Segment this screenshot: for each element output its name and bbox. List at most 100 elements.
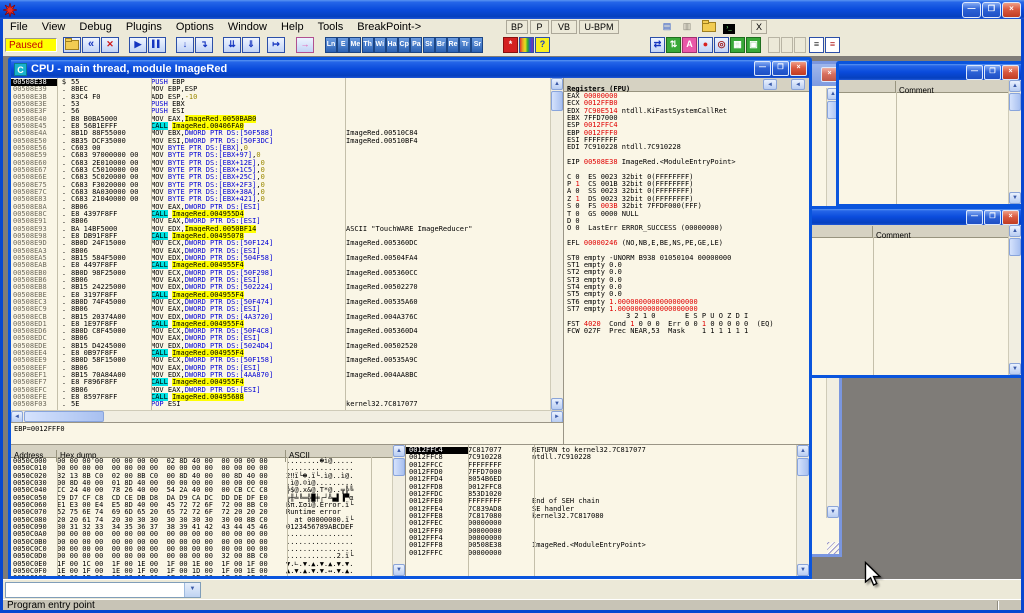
resize-grip[interactable] xyxy=(827,542,839,554)
combobox-dropdown-icon[interactable]: ▼ xyxy=(184,583,200,597)
comment-window-1-titlebar[interactable]: — ❐ × xyxy=(839,64,1021,80)
menu-debug[interactable]: Debug xyxy=(72,19,118,33)
execute-till-return-button[interactable]: ↦ xyxy=(267,37,285,53)
cpu-titlebar[interactable]: C CPU - main thread, module ImageRed — ❐… xyxy=(11,60,809,78)
menu-plugins[interactable]: Plugins xyxy=(119,19,169,33)
disasm-row[interactable]: 00508EB0.8B0D 98F25000MOV ECX,DWORD PTR … xyxy=(11,270,551,277)
swap-arrows-icon[interactable]: ⇄ xyxy=(650,37,665,53)
restart-button[interactable]: « xyxy=(82,37,100,53)
scroll-down-icon[interactable]: ▼ xyxy=(551,398,563,410)
empty-button-1[interactable] xyxy=(768,37,780,53)
toolbar-st-button[interactable]: St xyxy=(423,37,435,53)
scroll-down-icon[interactable]: ▼ xyxy=(393,564,405,576)
toolbar-re-button[interactable]: Re xyxy=(447,37,459,53)
toolbar-ln-button[interactable]: Ln xyxy=(325,37,337,53)
menu-view[interactable]: View xyxy=(35,19,73,33)
stack-row[interactable]: 0012FFE87C817080kernel32.7C817080 xyxy=(406,513,796,520)
disasm-vscrollbar[interactable]: ▲ ▼ xyxy=(550,78,563,410)
empty-button-3[interactable] xyxy=(794,37,806,53)
stack-row[interactable]: 0012FFF000000000 xyxy=(406,528,796,535)
toolbar-pa-button[interactable]: Pa xyxy=(410,37,422,53)
disasm-row[interactable]: 00508EE9.8B0D 58F15000MOV ECX,DWORD PTR … xyxy=(11,357,551,364)
scroll-thumb[interactable] xyxy=(551,91,563,111)
folder-icon[interactable] xyxy=(701,20,717,34)
step-over-button[interactable]: ↴ xyxy=(195,37,213,53)
stack-row[interactable]: 0012FFFC00000000 xyxy=(406,550,796,557)
menu-window[interactable]: Window xyxy=(221,19,274,33)
plugin-ubpm-button[interactable]: U-BPM xyxy=(579,20,619,34)
toolbar-ha-button[interactable]: Ha xyxy=(386,37,398,53)
main-titlebar[interactable]: — ❐ × xyxy=(0,0,1024,19)
disasm-row[interactable]: 00508E83.C683 21040000 00MOV BYTE PTR DS… xyxy=(11,196,551,203)
document-gray-icon[interactable]: ▥ xyxy=(679,20,695,34)
stack-row[interactable]: 0012FFC87C910228ntdll.7C910228 xyxy=(406,454,796,461)
comment1-comment-header[interactable]: Comment xyxy=(896,85,934,97)
window-icon[interactable]: ▣ xyxy=(746,37,761,53)
register-line[interactable]: EDI 7C910228 ntdll.7C910228 xyxy=(564,144,809,151)
toolbar-me-button[interactable]: Me xyxy=(349,37,361,53)
disasm-row[interactable]: 00508E3B.83C4 F0ADD ESP,-10 xyxy=(11,94,551,101)
comment2-comment-header[interactable]: Comment xyxy=(873,230,911,242)
plugin-vb-button[interactable]: VB xyxy=(551,20,577,34)
help-button[interactable]: ? xyxy=(535,37,550,53)
disasm-row[interactable]: 00508E9D.8B0D 24F15000MOV ECX,DWORD PTR … xyxy=(11,240,551,247)
scroll-down-icon[interactable]: ▼ xyxy=(797,564,809,576)
animate-into-button[interactable]: ⇊ xyxy=(223,37,241,53)
stack-row[interactable]: 0012FFD80012FFC8 xyxy=(406,484,796,491)
comment-window-2[interactable]: — ❐ × Comment ▲ ▼ xyxy=(808,206,1024,378)
stack-row[interactable]: 0012FFCCFFFFFFFF xyxy=(406,462,796,469)
toolbar-tr-button[interactable]: Tr xyxy=(459,37,471,53)
animate-over-button[interactable]: ⇓ xyxy=(242,37,260,53)
grid-icon[interactable]: ▦ xyxy=(730,37,745,53)
scroll-down-icon[interactable]: ▼ xyxy=(827,506,839,518)
scroll-thumb[interactable] xyxy=(24,411,104,422)
pause-button[interactable]: ▌▌ xyxy=(148,37,166,53)
stack-pane[interactable]: 0012FFC47C817077RETURN to kernel32.7C817… xyxy=(406,445,809,576)
menu-breakpoint[interactable]: BreakPoint-> xyxy=(350,19,428,33)
comment-window-1[interactable]: — ❐ × Comment ▲ ▼ xyxy=(836,61,1024,207)
cpu-window[interactable]: C CPU - main thread, module ImageRed — ❐… xyxy=(8,57,812,579)
stack-row[interactable]: 0012FFE0FFFFFFFFEnd of SEH chain xyxy=(406,498,796,505)
menu-file[interactable]: File xyxy=(3,19,35,33)
scroll-up-icon[interactable]: ▲ xyxy=(1009,225,1021,237)
disassembly-pane[interactable]: 00508E38$55PUSH EBP00508E39.8BECMOV EBP,… xyxy=(11,78,564,422)
scroll-left-icon[interactable]: ◄ xyxy=(11,411,23,422)
comment-window-2-titlebar[interactable]: — ❐ × xyxy=(811,209,1021,225)
dump-pane[interactable]: AddressHex dumpASCII 0050C00000 00 00 00… xyxy=(11,445,406,576)
comment2-vscrollbar[interactable]: ▲ ▼ xyxy=(1008,225,1021,375)
registers-back2-icon[interactable]: ◄ xyxy=(791,79,805,90)
go-to-address-button[interactable]: → xyxy=(296,37,314,53)
step-into-button[interactable]: ↓ xyxy=(176,37,194,53)
stack-row[interactable]: 0012FFD48054B6ED xyxy=(406,476,796,483)
comment2-minimize-button[interactable]: — xyxy=(966,210,983,225)
cpu-close-button[interactable]: × xyxy=(790,61,807,76)
appearance-gear-icon[interactable]: * xyxy=(503,37,518,53)
toolbar-th-button[interactable]: Th xyxy=(362,37,374,53)
scroll-up-icon[interactable]: ▲ xyxy=(551,78,563,90)
close-button[interactable]: × xyxy=(1002,2,1021,18)
registers-back-icon[interactable]: ◄ xyxy=(763,79,777,90)
close-program-button[interactable]: ✕ xyxy=(101,37,119,53)
scroll-down-icon[interactable]: ▼ xyxy=(1009,192,1021,204)
comment2-maximize-button[interactable]: ❐ xyxy=(984,210,1001,225)
registers-pane[interactable]: Registers (FPU) ◄ ◄ EAX 00000000ECX 0012… xyxy=(564,78,809,444)
open-file-button[interactable] xyxy=(63,37,81,53)
stack-vscrollbar[interactable]: ▲ ▼ xyxy=(796,445,809,576)
scroll-down-icon[interactable]: ▼ xyxy=(1009,363,1021,375)
toolbar-cp-button[interactable]: Cp xyxy=(398,37,410,53)
register-line[interactable]: T 0 GS 0000 NULL xyxy=(564,211,809,218)
dump-vscrollbar[interactable]: ▲ ▼ xyxy=(392,445,405,576)
comment1-minimize-button[interactable]: — xyxy=(966,65,983,80)
plugin-bp-button[interactable]: BP xyxy=(506,20,528,34)
register-line[interactable]: FCW 027F Prec NEAR,53 Mask 1 1 1 1 1 1 xyxy=(564,328,809,335)
spiral-icon[interactable]: ◎ xyxy=(714,37,729,53)
toolbar-wi-button[interactable]: Wi xyxy=(374,37,386,53)
run-button[interactable]: ▶ xyxy=(129,37,147,53)
stack-row[interactable]: 0012FFDC853D1020 xyxy=(406,491,796,498)
menu-help[interactable]: Help xyxy=(274,19,311,33)
updown-arrows-icon[interactable]: ⇅ xyxy=(666,37,681,53)
register-line[interactable]: EIP 00508E38 ImageRed.<ModuleEntryPoint> xyxy=(564,159,809,166)
stack-row[interactable]: 0012FFF800508E38ImageRed.<ModuleEntryPoi… xyxy=(406,542,796,549)
colors-rainbow-icon[interactable] xyxy=(519,37,534,53)
comment2-col1-header[interactable] xyxy=(811,226,873,238)
